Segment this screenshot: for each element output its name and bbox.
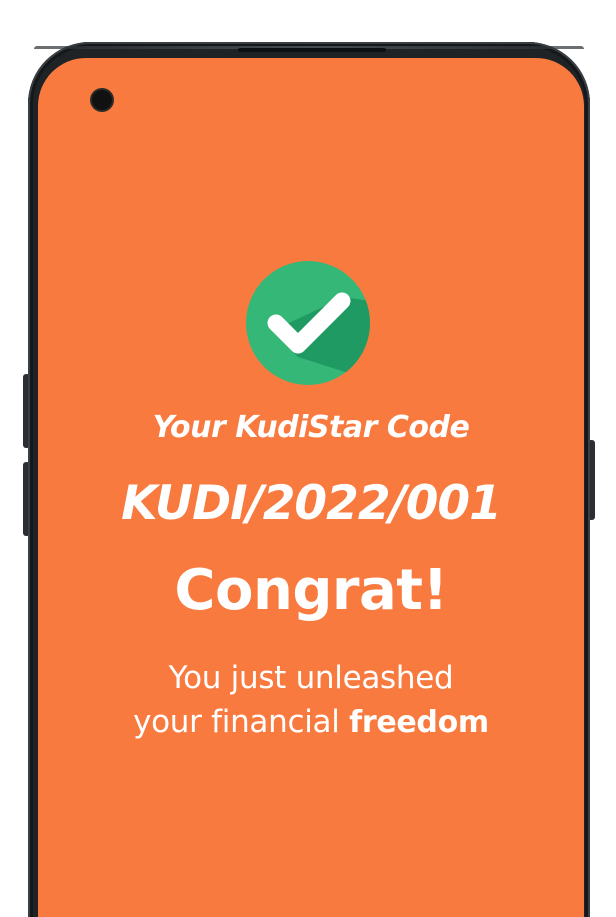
code-label: Your KudiStar Code (152, 410, 470, 445)
phone-screen: Your KudiStar Code KUDI/2022/001 Congrat… (38, 58, 584, 917)
code-value: KUDI/2022/001 (121, 476, 502, 531)
message-line-2: your financial freedom (38, 700, 584, 745)
congrat-headline: Congrat! (174, 558, 448, 623)
front-camera-icon (92, 90, 112, 110)
check-circle-icon (246, 261, 370, 385)
check-mark-icon (267, 292, 370, 385)
message-line-2-prefix: your financial (133, 704, 350, 740)
message-line-1: You just unleashed (168, 660, 454, 696)
success-message: You just unleashed your financial freedo… (38, 656, 584, 745)
message-emphasis: freedom (349, 705, 489, 740)
earpiece-slit (238, 48, 386, 52)
